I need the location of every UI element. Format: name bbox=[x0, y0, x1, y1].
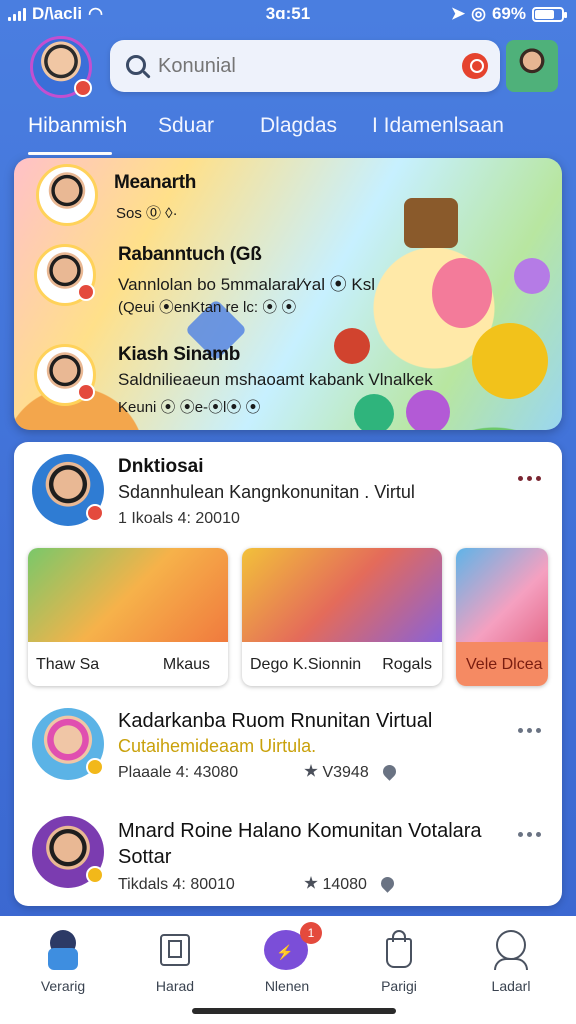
profile-icon bbox=[494, 930, 528, 970]
battery-level bbox=[535, 9, 555, 19]
status-bar: D/\acli ◠ 3ɑ:51 ➤ ◎ 69% bbox=[0, 0, 576, 28]
hero-avatar-2[interactable] bbox=[34, 244, 96, 306]
nav-label: Verarig bbox=[40, 978, 86, 994]
list-avatar-2[interactable] bbox=[32, 816, 104, 888]
notification-badge bbox=[74, 79, 92, 97]
list-stats-2: 14080 bbox=[304, 874, 398, 894]
thumbnail-caption-right: Mkaus bbox=[162, 656, 210, 673]
hero-meta-3: Keuni ⦿ ⦿e-⦿l⦿ ⦿ bbox=[118, 399, 261, 416]
thumbnail-card-3[interactable]: Vele Dlcea bbox=[456, 548, 548, 686]
chat-icon: ⚡ 1 bbox=[264, 922, 322, 970]
more-options-icon[interactable] bbox=[518, 832, 541, 837]
hero-avatar-3[interactable] bbox=[34, 344, 96, 406]
hero-desc-3: Saldnilieaeun mshaoamt kabank Vlnalkek bbox=[118, 370, 433, 389]
thumbnail-image bbox=[456, 548, 548, 642]
list-stats-1: V3948 bbox=[304, 762, 399, 782]
nav-item-parigi[interactable]: Parigi bbox=[344, 930, 454, 994]
hero-name-3: Kiash Sinamb bbox=[118, 344, 241, 365]
pink-monster-icon bbox=[432, 258, 492, 328]
nav-label: Ladarl bbox=[491, 978, 531, 994]
avatar-badge bbox=[77, 283, 95, 301]
hero-name-1: Meanarth bbox=[114, 172, 197, 193]
list-meta-1: Plaaale 4: 43080 bbox=[118, 764, 239, 781]
location-icon: ➤ bbox=[450, 4, 466, 23]
hero-meta-1: Sos ⓪ ◊· bbox=[116, 205, 178, 222]
ball-icon bbox=[334, 328, 370, 364]
avatar-badge bbox=[86, 758, 104, 776]
hero-avatar-1[interactable] bbox=[36, 164, 98, 226]
bag-icon bbox=[382, 930, 416, 970]
post-description: Sdannhulean Kangnkonunitan . Virtul bbox=[118, 482, 415, 502]
list-title-2: Mnard Roine Halano Komunitan Votalara bbox=[118, 820, 482, 842]
list-avatar-1[interactable] bbox=[32, 708, 104, 780]
search-bar[interactable] bbox=[110, 40, 500, 92]
thumbnail-card-1[interactable]: Thaw Sa Mkaus bbox=[28, 548, 228, 686]
robot-character-icon bbox=[404, 198, 458, 248]
tab-hibanmish[interactable]: Hibanmish bbox=[28, 114, 127, 138]
thumbnail-image bbox=[28, 548, 228, 642]
more-options-icon[interactable] bbox=[518, 728, 541, 733]
nav-item-verarig[interactable]: Verarig bbox=[8, 930, 118, 994]
post-title: Dnktiosai bbox=[118, 456, 204, 477]
ball-icon bbox=[354, 394, 394, 430]
battery-icon bbox=[532, 6, 567, 22]
thumbnail-caption-left: Thaw Sa bbox=[36, 656, 100, 673]
nav-label: Harad bbox=[155, 978, 195, 994]
star-icon bbox=[304, 876, 318, 889]
tab-dlagdas[interactable]: Dlagdas bbox=[260, 114, 337, 138]
search-input[interactable] bbox=[158, 52, 448, 80]
character-icon bbox=[46, 930, 80, 970]
avatar-badge bbox=[86, 866, 104, 884]
active-tab-indicator bbox=[28, 152, 112, 155]
list-stat-value-2: 14080 bbox=[322, 876, 367, 893]
search-icon bbox=[126, 55, 146, 75]
notification-count-badge: 1 bbox=[300, 922, 322, 944]
shop-icon bbox=[158, 930, 192, 970]
more-options-icon[interactable] bbox=[518, 476, 541, 481]
nav-label: Nlenen bbox=[264, 978, 310, 994]
location-pin-icon bbox=[380, 762, 399, 781]
post-avatar[interactable] bbox=[32, 454, 104, 526]
tab-idamenlsaan[interactable]: I Idamenlsaan bbox=[372, 114, 504, 138]
thumbnail-card-2[interactable]: Dego K.Sionnin Rogals bbox=[242, 548, 442, 686]
voice-search-icon[interactable] bbox=[462, 53, 488, 79]
profile-button[interactable] bbox=[506, 40, 558, 92]
star-icon bbox=[304, 764, 318, 777]
home-indicator bbox=[192, 1008, 396, 1014]
hero-meta-2: (Qeui ⦿enKtan re lc: ⦿ ⦿ bbox=[118, 299, 297, 316]
tab-sduar[interactable]: Sduar bbox=[158, 114, 214, 138]
avatar-badge bbox=[77, 383, 95, 401]
nav-item-ladarl[interactable]: Ladarl bbox=[456, 930, 566, 994]
alarm-icon: ◎ bbox=[471, 4, 486, 23]
list-meta-2: Tikdals 4: 80010 bbox=[118, 876, 235, 893]
thumbnail-caption-left: Dego K.Sionnin bbox=[250, 656, 362, 673]
thumbnail-caption-right: Rogals bbox=[382, 656, 432, 673]
feed-card: Dnktiosai Sdannhulean Kangnkonunitan . V… bbox=[14, 442, 562, 906]
list-subtitle-1: Cutaihemideaam Uirtula. bbox=[118, 736, 317, 756]
nav-item-nlenen[interactable]: ⚡ 1 Nlenen bbox=[232, 922, 342, 994]
hero-desc-2: Vannlolan bo 5mmalaral⁄ʏal ⦿ Ksl bbox=[118, 275, 376, 294]
hero-name-2: Rabanntuch (Gß bbox=[118, 244, 262, 265]
location-pin-icon bbox=[378, 874, 398, 893]
featured-banner[interactable]: Meanarth Sos ⓪ ◊· Rabanntuch (Gß Vannlol… bbox=[14, 158, 562, 430]
post-meta: 1 Ikoals 4: 20010 bbox=[118, 510, 240, 527]
thumbnail-image bbox=[242, 548, 442, 642]
avatar-badge bbox=[86, 504, 104, 522]
battery-percent: 69% bbox=[491, 4, 526, 23]
list-stat-value-1: V3948 bbox=[322, 764, 369, 781]
thumbnail-caption-left: Vele Dlcea bbox=[466, 656, 543, 673]
nav-label: Parigi bbox=[381, 978, 417, 994]
list-title-2-line2: Sottar bbox=[118, 846, 172, 868]
yellow-monster-icon bbox=[472, 323, 548, 399]
category-tabs: Hibanmish Sduar Dlagdas I Idamenlsaan bbox=[28, 112, 558, 156]
balloon-icon bbox=[514, 258, 550, 294]
user-avatar[interactable] bbox=[30, 36, 92, 98]
list-title-1: Kadarkanba Ruom Rnunitan Virtual bbox=[118, 710, 433, 732]
gem-icon bbox=[406, 390, 450, 430]
nav-item-harad[interactable]: Harad bbox=[120, 930, 230, 994]
